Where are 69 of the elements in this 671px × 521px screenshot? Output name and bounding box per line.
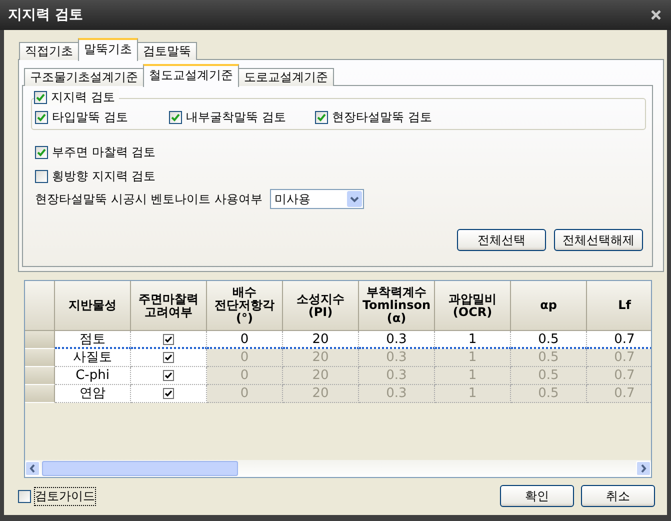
checkbox[interactable] xyxy=(18,490,31,502)
table-cell: 0.5 xyxy=(511,331,587,349)
chevron-left-icon[interactable] xyxy=(25,461,40,476)
table-cell: 1 xyxy=(435,349,511,367)
table-cell: 0.5 xyxy=(511,385,587,403)
table-cell: 0.7 xyxy=(587,367,651,385)
column-header: 소성지수 (PI) xyxy=(283,281,359,331)
column-header: 주면마찰력 고려여부 xyxy=(131,281,207,331)
select-button[interactable]: 전체선택해제 xyxy=(554,229,643,251)
field-label: 현장타설말뚝 시공시 벤토나이트 사용여부 xyxy=(35,190,262,208)
checkbox-label[interactable]: 현장타설말뚝 검토 xyxy=(332,109,432,126)
select-button[interactable]: 전체선택 xyxy=(457,229,546,251)
checkbox-label[interactable]: 부주면 마찰력 검토 xyxy=(52,144,156,160)
checkbox-label[interactable]: 검토가이드 xyxy=(35,488,95,504)
tab[interactable]: 도로교설계기준 xyxy=(238,68,334,86)
table-cell: 0.3 xyxy=(359,331,435,349)
table-cell: 20 xyxy=(283,331,359,349)
table-cell: 0.5 xyxy=(511,349,587,367)
table-cell: 0.7 xyxy=(587,331,651,349)
checkbox[interactable] xyxy=(169,111,182,124)
tab[interactable]: 말뚝기초 xyxy=(78,38,138,61)
dropdown[interactable]: 미사용 xyxy=(270,189,364,209)
table-cell: 0 xyxy=(207,349,283,367)
checkbox[interactable] xyxy=(315,111,328,124)
table-cell: 1 xyxy=(435,331,511,349)
checkbox[interactable] xyxy=(35,146,48,158)
checkbox-label[interactable]: 내부굴착말뚝 검토 xyxy=(186,109,286,126)
close-icon[interactable] xyxy=(651,10,661,20)
checkbox-label[interactable]: 횡방향 지지력 검토 xyxy=(52,168,156,184)
table-cell: 1 xyxy=(435,385,511,403)
dialog-button[interactable]: 확인 xyxy=(500,485,574,507)
checkbox[interactable] xyxy=(35,111,48,124)
tab[interactable]: 구조물기초설계기준 xyxy=(24,68,144,86)
table-cell: 0 xyxy=(207,331,283,349)
table-cell: 0.5 xyxy=(511,367,587,385)
scrollbar-thumb[interactable] xyxy=(42,461,238,476)
table-cell: 사질토 xyxy=(55,349,131,367)
dialog-button[interactable]: 취소 xyxy=(581,485,655,507)
table-cell: 연암 xyxy=(55,385,131,403)
tab[interactable]: 검토말뚝 xyxy=(137,42,197,60)
table-cell: 0 xyxy=(207,367,283,385)
chevron-right-icon[interactable] xyxy=(636,461,651,476)
table-cell: 1 xyxy=(435,367,511,385)
table-cell: C-phi xyxy=(55,367,131,385)
window-title: 지지력 검토 xyxy=(8,6,83,24)
table-cell: 0 xyxy=(207,385,283,403)
table-cell: 0.3 xyxy=(359,349,435,367)
tab[interactable]: 철도교설계기준 xyxy=(143,64,239,87)
table-cell: 0.7 xyxy=(587,349,651,367)
column-header: 지반물성 xyxy=(55,281,131,331)
table-cell: 20 xyxy=(283,349,359,367)
column-header: Lf xyxy=(587,281,651,331)
table-cell: 0.3 xyxy=(359,385,435,403)
checkbox[interactable] xyxy=(35,170,48,182)
checkbox-label[interactable]: 타입말뚝 검토 xyxy=(52,109,128,126)
horizontal-scrollbar[interactable] xyxy=(25,460,651,477)
column-header: 배수 전단저항각 (°) xyxy=(207,281,283,331)
table-cell: 20 xyxy=(283,367,359,385)
column-header: αp xyxy=(511,281,587,331)
column-header: 부착력계수 Tomlinson (α) xyxy=(359,281,435,331)
table-cell: 0.7 xyxy=(587,385,651,403)
table-cell: 0.3 xyxy=(359,367,435,385)
checkbox[interactable] xyxy=(163,334,174,345)
tab[interactable]: 직접기초 xyxy=(19,42,79,60)
chevron-down-icon[interactable] xyxy=(347,191,362,207)
table-cell: 20 xyxy=(283,385,359,403)
table-cell: 점토 xyxy=(55,331,131,349)
checkbox[interactable] xyxy=(34,90,47,104)
column-header: 과압밀비 (OCR) xyxy=(435,281,511,331)
